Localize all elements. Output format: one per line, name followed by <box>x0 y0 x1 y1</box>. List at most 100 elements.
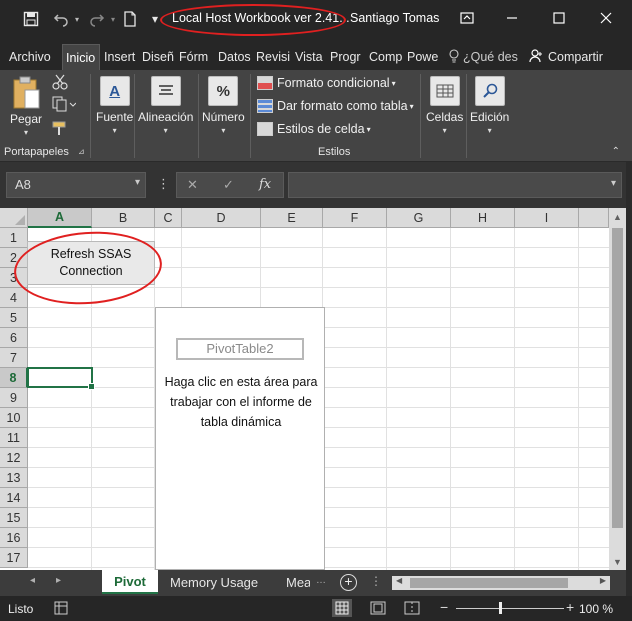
row-header-7[interactable]: 7 <box>0 348 28 368</box>
formula-input[interactable]: ▾ <box>288 172 622 198</box>
name-box[interactable]: A8 ▾ <box>6 172 146 198</box>
undo-dropdown-icon[interactable]: ▾ <box>72 8 82 30</box>
row-header-9[interactable]: 9 <box>0 388 28 408</box>
dialog-launcher-icon[interactable]: ⊿ <box>78 147 85 156</box>
zoom-out-icon[interactable]: − <box>440 599 448 615</box>
vertical-scrollbar[interactable]: ▲ ▼ <box>609 208 626 570</box>
cut-icon[interactable] <box>52 74 68 93</box>
cells-button[interactable]: Celdas ▾ <box>426 76 463 135</box>
column-header-f[interactable]: F <box>323 208 387 228</box>
insert-function-icon[interactable]: fx <box>259 177 271 192</box>
scroll-right-icon[interactable]: ▶ <box>600 576 606 585</box>
tab-inicio[interactable]: Inicio <box>62 44 100 70</box>
enter-icon[interactable]: ✓ <box>223 177 234 193</box>
column-header-e[interactable]: E <box>261 208 323 228</box>
ribbon-display-options-icon[interactable] <box>452 6 482 30</box>
tab-archivo[interactable]: Archivo <box>6 44 58 70</box>
next-sheet-icon[interactable]: ▸ <box>56 575 61 586</box>
column-header-d[interactable]: D <box>182 208 261 228</box>
active-cell-a8[interactable] <box>27 367 95 390</box>
format-as-table-button[interactable]: Dar formato como tabla ▾ <box>257 99 414 113</box>
row-header-6[interactable]: 6 <box>0 328 28 348</box>
row-header-17[interactable]: 17 <box>0 548 28 568</box>
sheet-tab-memory-usage[interactable]: Memory Usage <box>160 570 272 594</box>
tab-programador[interactable]: Progr <box>327 44 365 70</box>
tab-power[interactable]: Powe <box>404 44 440 70</box>
column-header-c[interactable]: C <box>155 208 182 228</box>
scroll-thumb[interactable] <box>612 228 623 528</box>
tab-insert[interactable]: Insert <box>101 44 137 70</box>
worksheet-grid[interactable]: ABCDEFGHI 1 2 3 4 5 6 7 8 9 10 11 12 13 14 15 16 17 Refr… <box>0 208 609 570</box>
page-break-view-icon[interactable] <box>404 601 420 618</box>
split-handle-icon[interactable]: ⋮ <box>370 574 382 588</box>
row-header-14[interactable]: 14 <box>0 488 28 508</box>
paste-button[interactable]: Pegar ▾ <box>10 76 42 137</box>
undo-icon[interactable] <box>50 8 72 30</box>
redo-dropdown-icon[interactable]: ▾ <box>108 8 118 30</box>
collapse-ribbon-icon[interactable]: ⌃ <box>612 146 620 157</box>
title-bar: ▾ ▾ ▾ Local Host Workbook ver 2.41... Sa… <box>0 0 632 38</box>
expand-formula-icon[interactable]: ▾ <box>611 178 616 189</box>
font-label: Fuente <box>96 110 134 124</box>
row-header-12[interactable]: 12 <box>0 448 28 468</box>
copy-icon[interactable] <box>52 96 77 115</box>
prev-sheet-icon[interactable]: ◂ <box>30 575 35 586</box>
select-all-corner[interactable] <box>0 208 28 228</box>
close-icon[interactable] <box>591 6 621 30</box>
sheet-tab-pivot[interactable]: Pivot <box>102 570 158 594</box>
new-file-icon[interactable] <box>120 8 140 30</box>
macro-record-icon[interactable] <box>54 601 68 618</box>
maximize-icon[interactable] <box>544 6 574 30</box>
tell-me-box[interactable]: ¿Qué des <box>446 44 522 70</box>
more-sheets-icon[interactable]: … <box>316 575 326 586</box>
column-header-h[interactable]: H <box>451 208 515 228</box>
tell-me-text: ¿Qué des <box>463 50 518 64</box>
number-button[interactable]: % Número ▾ <box>202 76 245 135</box>
tab-formulas[interactable]: Fórm <box>176 44 214 70</box>
normal-view-icon[interactable] <box>332 599 352 617</box>
row-header-16[interactable]: 16 <box>0 528 28 548</box>
alignment-button[interactable]: Alineación ▾ <box>138 76 193 135</box>
tab-vista[interactable]: Vista <box>292 44 326 70</box>
share-button[interactable]: Compartir <box>526 44 630 70</box>
column-header-i[interactable]: I <box>515 208 579 228</box>
editing-button[interactable]: Edición ▾ <box>470 76 509 135</box>
redo-icon[interactable] <box>86 8 108 30</box>
page-layout-view-icon[interactable] <box>370 601 386 618</box>
zoom-level[interactable]: 100 % <box>579 602 613 616</box>
horizontal-scrollbar[interactable]: ◀ ▶ <box>392 576 610 590</box>
hscroll-thumb[interactable] <box>410 578 568 588</box>
row-header-8[interactable]: 8 <box>0 368 28 388</box>
format-painter-icon[interactable] <box>52 120 68 139</box>
row-header-10[interactable]: 10 <box>0 408 28 428</box>
add-sheet-icon[interactable]: + <box>340 574 357 591</box>
column-header-g[interactable]: G <box>387 208 451 228</box>
zoom-in-icon[interactable]: + <box>566 599 574 615</box>
save-icon[interactable] <box>20 8 42 30</box>
column-header-a[interactable]: A <box>28 208 92 228</box>
tab-revisar[interactable]: Revisi <box>253 44 290 70</box>
conditional-format-button[interactable]: Formato condicional ▾ <box>257 76 396 90</box>
zoom-slider-knob[interactable] <box>499 602 502 614</box>
scroll-up-icon[interactable]: ▲ <box>609 208 626 225</box>
cancel-icon[interactable]: ✕ <box>187 177 198 193</box>
cell-styles-button[interactable]: Estilos de celda ▾ <box>257 122 371 136</box>
row-header-11[interactable]: 11 <box>0 428 28 448</box>
row-header-4[interactable]: 4 <box>0 288 28 308</box>
scroll-down-icon[interactable]: ▼ <box>609 553 626 570</box>
row-header-5[interactable]: 5 <box>0 308 28 328</box>
tab-diseno[interactable]: Diseñ <box>139 44 174 70</box>
row-header-1[interactable]: 1 <box>0 228 28 248</box>
zoom-slider[interactable] <box>456 608 564 609</box>
minimize-icon[interactable] <box>497 6 527 30</box>
sheet-tab-mea[interactable]: Mea <box>276 570 310 594</box>
tab-complementos[interactable]: Comp <box>366 44 402 70</box>
row-header-13[interactable]: 13 <box>0 468 28 488</box>
more-options-icon[interactable]: ⋮ <box>157 176 170 192</box>
font-button[interactable]: A Fuente ▾ <box>96 76 133 135</box>
row-header-15[interactable]: 15 <box>0 508 28 528</box>
tab-datos[interactable]: Datos <box>215 44 252 70</box>
scroll-left-icon[interactable]: ◀ <box>396 576 402 585</box>
column-header-b[interactable]: B <box>92 208 155 228</box>
pivot-table-placeholder[interactable]: PivotTable2 Haga clic en esta área para … <box>155 307 325 570</box>
